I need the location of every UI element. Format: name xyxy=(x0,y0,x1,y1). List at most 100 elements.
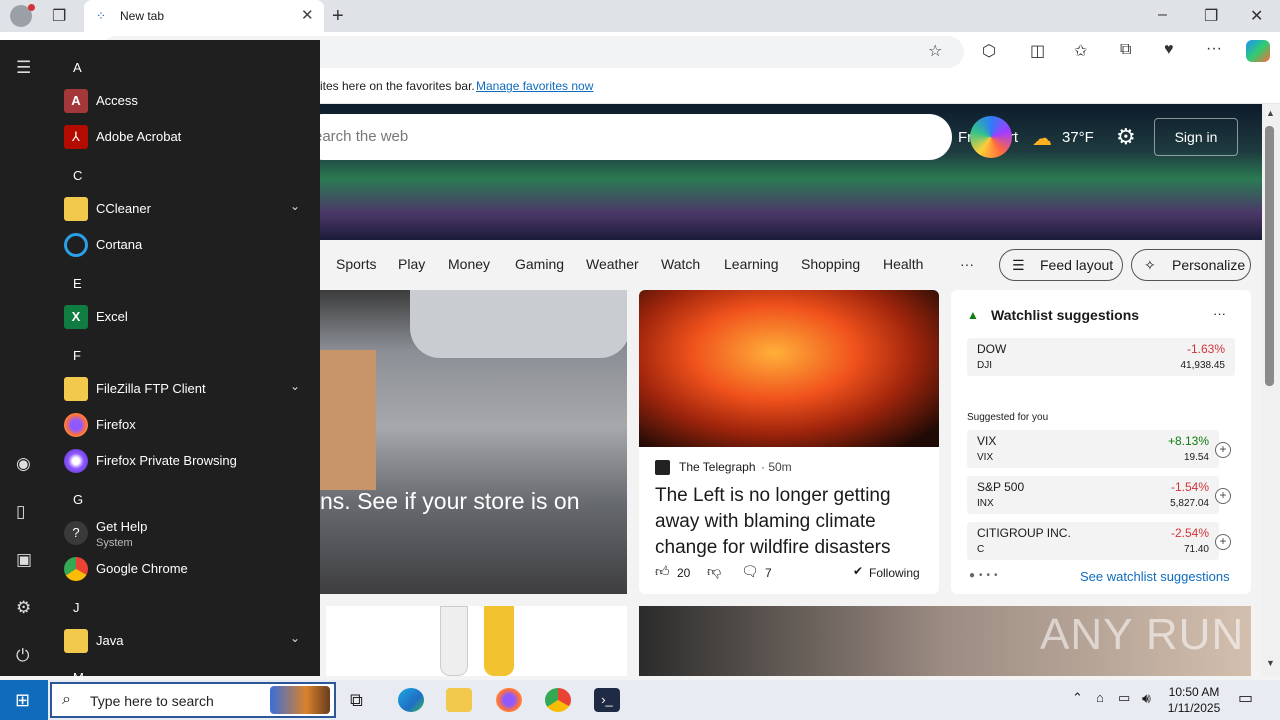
firefox-taskbar-icon[interactable] xyxy=(496,688,522,712)
app-excel[interactable]: X Excel xyxy=(62,299,308,335)
split-screen-icon[interactable]: ◫ xyxy=(1030,41,1045,61)
app-firefox-private[interactable]: Firefox Private Browsing xyxy=(62,443,308,479)
performance-icon[interactable]: ♥ xyxy=(1164,41,1174,59)
scrollbar-thumb[interactable] xyxy=(1265,126,1274,386)
carousel-dots[interactable]: ●••• xyxy=(969,570,1002,581)
letter-header[interactable]: G xyxy=(73,492,83,507)
nav-shopping[interactable]: Shopping xyxy=(801,256,860,272)
stock-row[interactable]: S&P 500 INX -1.54% 5,827.04 + xyxy=(967,476,1231,514)
new-tab-button[interactable]: + xyxy=(332,5,344,28)
add-to-watchlist-icon[interactable]: + xyxy=(1215,488,1231,504)
see-watchlist-link[interactable]: See watchlist suggestions xyxy=(1080,569,1230,584)
nav-weather[interactable]: Weather xyxy=(586,256,639,272)
comment-icon[interactable]: 🗨︎ xyxy=(741,563,759,580)
nav-health[interactable]: Health xyxy=(883,256,923,272)
nav-watch[interactable]: Watch xyxy=(661,256,700,272)
nav-learning[interactable]: Learning xyxy=(724,256,779,272)
app-access[interactable]: A Access xyxy=(62,83,308,119)
powershell-taskbar-icon[interactable]: ›_ xyxy=(594,688,620,712)
chevron-down-icon[interactable]: ⌄ xyxy=(290,199,300,213)
app-java[interactable]: Java ⌄ xyxy=(62,623,308,659)
personalize-button[interactable]: ✧ Personalize xyxy=(1131,249,1251,281)
edge-taskbar-icon[interactable] xyxy=(398,688,424,712)
app-firefox[interactable]: Firefox xyxy=(62,407,308,443)
stock-row[interactable]: VIX VIX +8.13% 19.54 + xyxy=(967,430,1231,468)
card2-time: · 50m xyxy=(761,460,792,474)
copilot-sidebar-icon[interactable] xyxy=(1246,40,1270,62)
app-filezilla[interactable]: FileZilla FTP Client ⌄ xyxy=(62,371,308,407)
taskbar-search-box[interactable]: ⌕ Type here to search xyxy=(50,682,336,718)
scroll-up-icon[interactable]: ▲ xyxy=(1266,108,1275,118)
add-to-watchlist-icon[interactable]: + xyxy=(1215,534,1231,550)
pictures-icon[interactable]: ▣ xyxy=(16,550,32,570)
documents-icon[interactable]: ▯ xyxy=(16,502,25,522)
extensions-icon[interactable]: ⬡ xyxy=(982,41,996,61)
manage-favorites-link[interactable]: Manage favorites now xyxy=(476,79,593,93)
collections-icon[interactable]: ⧉ xyxy=(1120,41,1131,59)
minimize-button[interactable]: – xyxy=(1158,6,1167,24)
access-icon: A xyxy=(64,89,88,113)
favorite-star-icon[interactable]: ☆ xyxy=(928,41,942,61)
app-google-chrome[interactable]: Google Chrome xyxy=(62,551,308,587)
like-icon[interactable]: 👍︎ xyxy=(655,563,670,580)
network-icon[interactable]: ▭ xyxy=(1118,690,1130,706)
news-card-telegraph[interactable]: The Telegraph · 50m The Left is no longe… xyxy=(639,290,939,594)
user-account-icon[interactable]: ◉ xyxy=(16,454,31,474)
page-scrollbar[interactable]: ▲ ▼ xyxy=(1262,104,1280,676)
chevron-down-icon[interactable]: ⌄ xyxy=(290,379,300,393)
nav-play[interactable]: Play xyxy=(398,256,425,272)
dislike-icon[interactable]: 👎︎ xyxy=(707,563,721,580)
sign-in-button[interactable]: Sign in xyxy=(1154,118,1238,156)
news-card-hero[interactable]: ns. See if your store is on xyxy=(320,290,627,594)
feed-layout-button[interactable]: ☰ Feed layout xyxy=(999,249,1123,281)
start-button[interactable]: ⊞ xyxy=(0,680,48,720)
letter-header[interactable]: F xyxy=(73,348,81,363)
volume-icon[interactable]: 🔊︎ xyxy=(1142,690,1151,707)
chevron-down-icon[interactable]: ⌄ xyxy=(290,631,300,645)
task-view-icon[interactable]: ⧉ xyxy=(350,690,363,711)
scroll-down-icon[interactable]: ▼ xyxy=(1266,658,1275,668)
copilot-icon[interactable] xyxy=(970,116,1012,158)
close-window-button[interactable]: ✕ xyxy=(1250,6,1263,26)
settings-gear-icon[interactable]: ⚙ xyxy=(1116,124,1136,150)
weather-temperature[interactable]: 37°F xyxy=(1062,129,1094,146)
taskbar-clock[interactable]: 10:50 AM 1/11/2025 xyxy=(1160,684,1228,716)
news-card-product[interactable] xyxy=(326,606,627,676)
stock-row[interactable]: CITIGROUP INC. C -2.54% 71.40 + xyxy=(967,522,1231,560)
web-search-box[interactable]: earch the web xyxy=(300,114,952,160)
excel-icon: X xyxy=(64,305,88,329)
favorites-icon[interactable]: ✩ xyxy=(1074,41,1087,61)
letter-header[interactable]: E xyxy=(73,276,82,291)
show-hidden-icons-icon[interactable]: ⌃ xyxy=(1072,690,1083,706)
nav-gaming[interactable]: Gaming xyxy=(515,256,564,272)
following-label[interactable]: Following xyxy=(869,566,920,580)
letter-header[interactable]: J xyxy=(73,600,80,615)
settings-icon[interactable]: ⚙ xyxy=(16,598,31,618)
app-adobe-acrobat[interactable]: ⅄ Adobe Acrobat xyxy=(62,119,308,155)
letter-header[interactable]: C xyxy=(73,168,82,183)
app-label: Excel xyxy=(96,309,128,324)
nav-more[interactable]: ··· xyxy=(960,256,974,272)
letter-header[interactable]: A xyxy=(73,60,82,75)
card2-headline: The Left is no longer getting away with … xyxy=(655,485,891,558)
app-cortana[interactable]: Cortana xyxy=(62,227,308,263)
app-ccleaner[interactable]: CCleaner ⌄ xyxy=(62,191,308,227)
stock-row[interactable]: DOW DJI -1.63% 41,938.45 xyxy=(967,338,1235,376)
stock-symbol: C xyxy=(977,544,985,555)
notification-icon[interactable]: ▭ xyxy=(1238,688,1253,708)
tab-actions-icon[interactable]: ❐ xyxy=(52,6,66,26)
nav-sports[interactable]: Sports xyxy=(336,256,376,272)
nav-money[interactable]: Money xyxy=(448,256,490,272)
hamburger-icon[interactable]: ☰ xyxy=(16,58,31,78)
power-icon[interactable]: ⏻ xyxy=(16,646,29,666)
tab-new-tab[interactable]: ⁘ New tab ✕ xyxy=(84,0,324,32)
more-options-icon[interactable]: ··· xyxy=(1206,40,1222,58)
device-icon[interactable]: ⌂ xyxy=(1096,690,1104,705)
add-to-watchlist-icon[interactable]: + xyxy=(1215,442,1231,458)
app-get-help[interactable]: ? Get Help System xyxy=(62,515,308,551)
close-tab-icon[interactable]: ✕ xyxy=(301,6,314,24)
file-explorer-icon[interactable] xyxy=(446,688,472,712)
watchlist-more-icon[interactable]: ··· xyxy=(1213,306,1226,321)
restore-button[interactable]: ❐ xyxy=(1204,6,1218,26)
chrome-taskbar-icon[interactable] xyxy=(545,688,571,712)
